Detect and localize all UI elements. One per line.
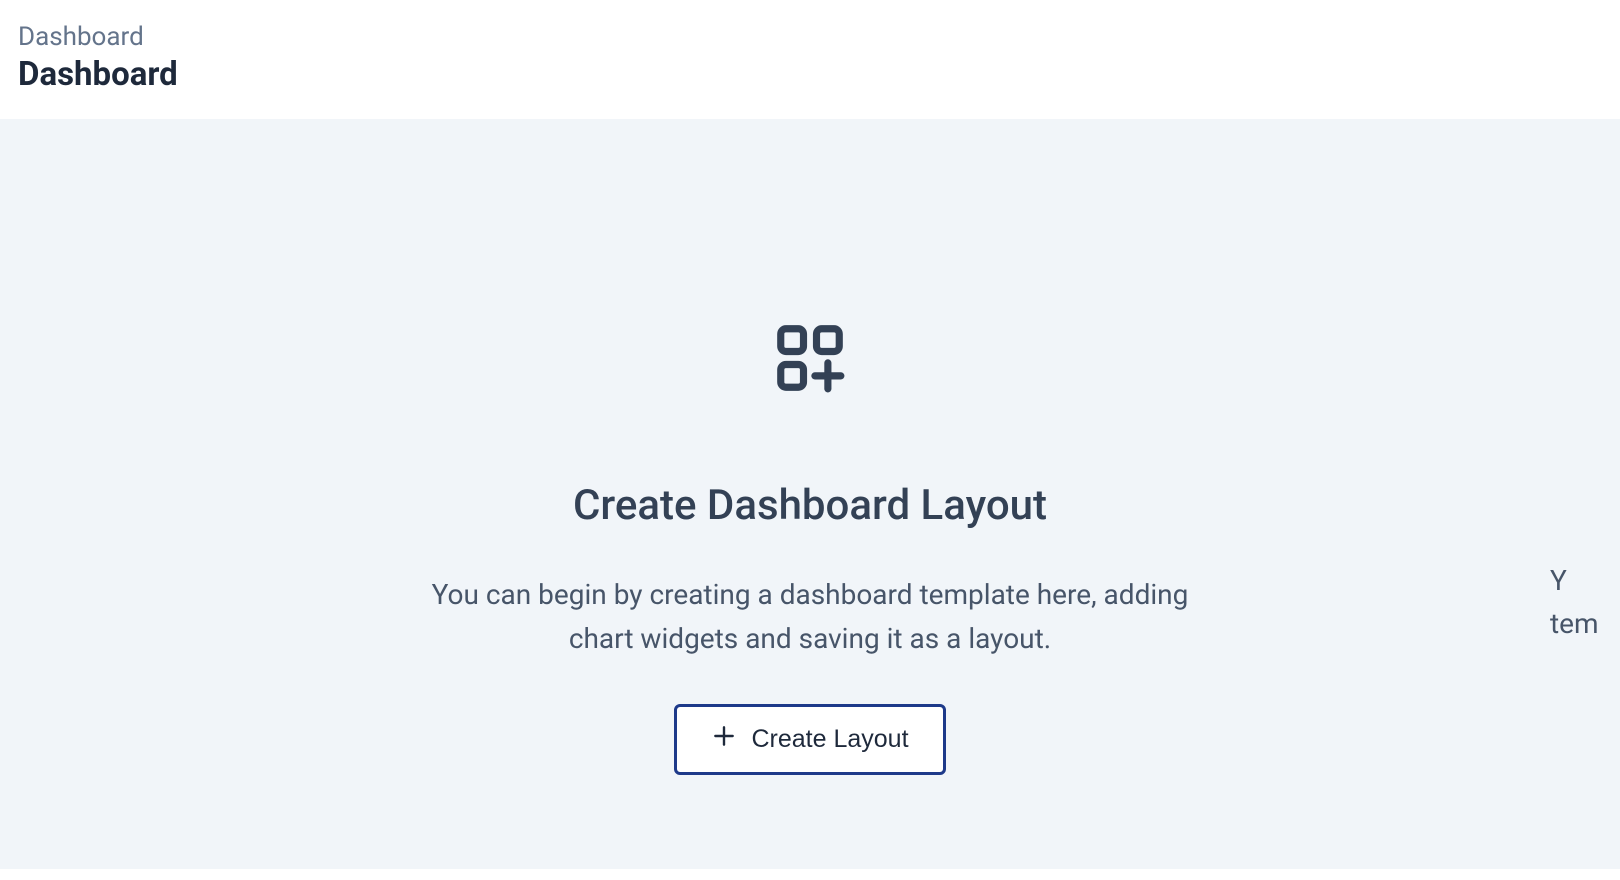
empty-state-description: You can begin by creating a dashboard te… [400, 573, 1220, 660]
offscreen-partial-text: Y tem [1550, 559, 1620, 646]
grid-add-icon [771, 319, 849, 401]
page-header: Dashboard Dashboard [0, 0, 1620, 119]
empty-state: Create Dashboard Layout You can begin by… [360, 319, 1260, 775]
create-layout-button[interactable]: Create Layout [674, 704, 945, 775]
breadcrumb[interactable]: Dashboard [18, 22, 1602, 53]
empty-state-heading: Create Dashboard Layout [573, 481, 1047, 531]
create-layout-button-label: Create Layout [751, 725, 908, 754]
page-title: Dashboard [18, 55, 1602, 95]
plus-icon [711, 723, 737, 756]
content-area: Create Dashboard Layout You can begin by… [0, 119, 1620, 869]
